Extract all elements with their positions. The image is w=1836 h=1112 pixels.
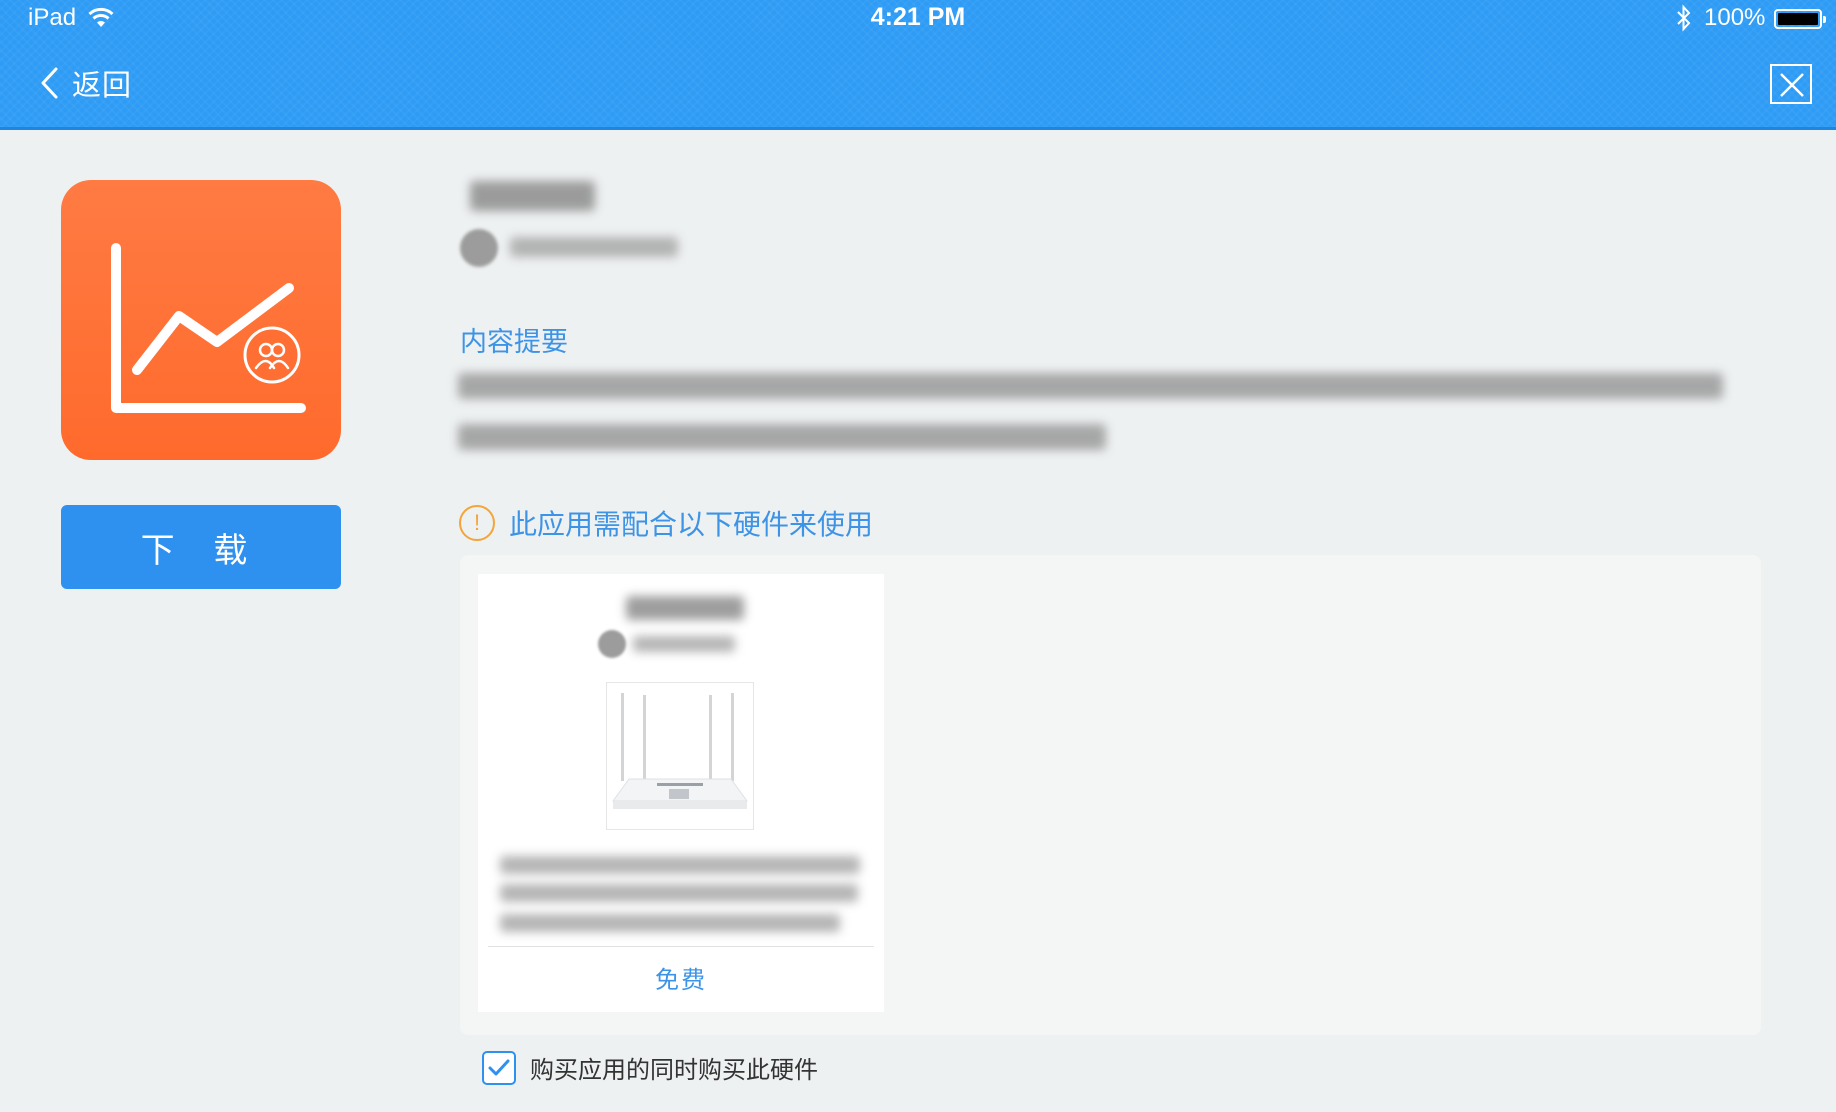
back-label: 返回: [72, 68, 133, 102]
summary-line-redacted: [458, 373, 1723, 399]
hardware-price[interactable]: 免费: [478, 960, 884, 995]
developer-avatar: [460, 229, 498, 267]
back-button[interactable]: 返回: [38, 62, 132, 104]
hardware-brand-avatar: [598, 630, 626, 658]
router-icon: [612, 693, 748, 809]
bluetooth-icon: [1677, 4, 1691, 32]
developer-name-redacted: [510, 237, 678, 257]
hardware-brand-redacted: [633, 636, 735, 652]
app-icon: [61, 180, 341, 460]
summary-title: 内容提要: [460, 327, 568, 358]
status-bar: iPad 4:21 PM 100%: [0, 0, 1836, 36]
hardware-card[interactable]: 免费: [478, 574, 884, 1012]
app-title-redacted: [470, 181, 595, 211]
hardware-desc-redacted: [500, 856, 860, 874]
hardware-desc-redacted: [500, 884, 858, 902]
bundle-hardware-checkbox[interactable]: 购买应用的同时购买此硬件: [482, 1050, 818, 1085]
download-button[interactable]: 下 载: [61, 505, 341, 589]
hardware-name-redacted: [626, 596, 744, 620]
close-icon: [1780, 73, 1804, 97]
bundle-label: 购买应用的同时购买此硬件: [530, 1056, 818, 1084]
card-divider: [488, 946, 874, 947]
hardware-notice: ! 此应用需配合以下硬件来使用: [459, 505, 873, 541]
top-bar: iPad 4:21 PM 100% 返回: [0, 0, 1836, 130]
hardware-desc-redacted: [500, 914, 840, 932]
battery-icon: [1774, 9, 1826, 29]
exclamation-circle-icon: !: [459, 505, 495, 541]
checkmark-icon: [488, 1059, 510, 1075]
line-chart-group-icon: [111, 243, 306, 413]
router-image: [606, 682, 754, 830]
hardware-notice-text: 此应用需配合以下硬件来使用: [509, 508, 874, 541]
close-button[interactable]: [1770, 64, 1812, 104]
summary-line-redacted: [458, 424, 1106, 450]
status-time: 4:21 PM: [870, 3, 966, 31]
chevron-left-icon: [41, 67, 58, 99]
battery-percent: 100%: [1704, 4, 1766, 31]
checkbox[interactable]: [482, 1050, 516, 1085]
